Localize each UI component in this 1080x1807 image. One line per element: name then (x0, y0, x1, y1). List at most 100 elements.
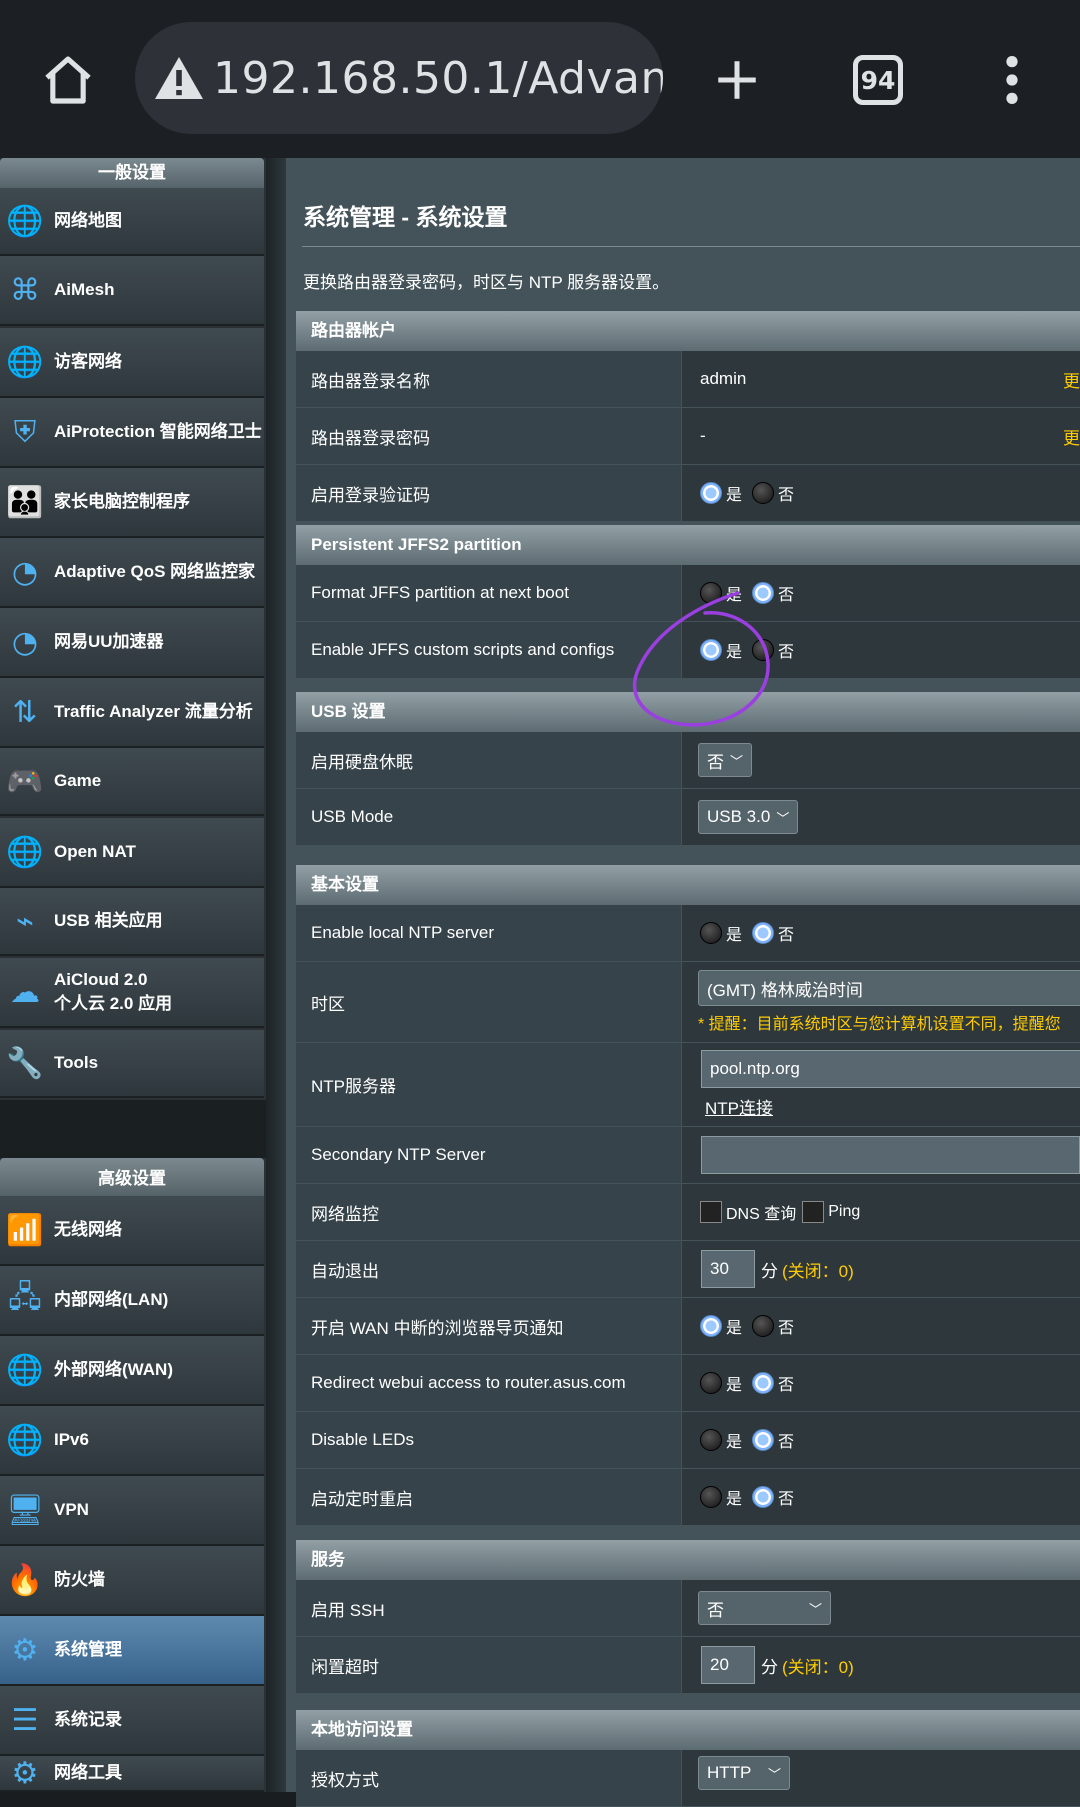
sidebar-item-general-7[interactable]: ⇅ Traffic Analyzer 流量分析 (0, 678, 264, 748)
timezone-select[interactable]: (GMT) 格林威治时间 (698, 970, 1080, 1006)
home-button[interactable] (28, 40, 108, 120)
section-local-access: 本地访问设置 (296, 1710, 1080, 1750)
radio-no-label: 否 (778, 587, 795, 604)
row-captcha: 启用登录验证码 是 否 (296, 465, 1080, 522)
sidebar-item-general-12[interactable]: 🔧 Tools (0, 1030, 264, 1098)
captcha-no-radio[interactable] (752, 482, 775, 504)
gamepad-icon: 🎮 (6, 763, 44, 799)
sidebar-item-advanced-8[interactable]: ⚙ 网络工具 (0, 1756, 264, 1792)
wan-notify-yes-radio[interactable] (700, 1315, 722, 1337)
reboot-schedule-no-radio[interactable] (752, 1486, 775, 1508)
section-router-account: 路由器帐户 (296, 311, 1080, 351)
sidebar-item-advanced-0[interactable]: 📶 无线网络 (0, 1196, 264, 1266)
wan-notify-no-radio[interactable] (752, 1315, 775, 1337)
radio-yes-label: 是 (726, 1434, 743, 1451)
page-title: 系统管理 - 系统设置 (303, 204, 508, 230)
sidebar-item-general-2[interactable]: 🌐 访客网络 (0, 328, 264, 398)
wan-notify-label: 开启 WAN 中断的浏览器导页通知 (296, 1298, 682, 1354)
sidebar-item-label: Adaptive QoS 网络监控家 (54, 562, 256, 581)
sidebar-item-advanced-4[interactable]: 🖥 VPN (0, 1476, 264, 1546)
gauge-icon: ◔ (11, 554, 39, 590)
reboot-schedule-yes-radio[interactable] (700, 1486, 722, 1508)
tab-count: 94 (853, 55, 903, 105)
local-ntp-yes-radio[interactable] (700, 922, 722, 944)
auth-method-value: HTTP (707, 1763, 752, 1782)
change-login-name-link[interactable]: 更 (1063, 367, 1080, 392)
speed-gauge-icon: ◔ (11, 624, 39, 660)
vpn-icon: 🖥 (5, 1492, 45, 1528)
radio-no-label: 否 (778, 1377, 795, 1394)
sidebar-item-general-1[interactable]: ⌘ AiMesh (0, 256, 264, 326)
radio-no-label: 否 (778, 1491, 795, 1508)
row-usb-mode: USB Mode USB 3.0 ﹀ (296, 789, 1080, 846)
ntp-link[interactable]: NTP连接 (705, 1094, 773, 1119)
ssh-select[interactable]: 否 ﹀ (698, 1591, 831, 1625)
auto-logout-input[interactable]: 30 (701, 1250, 755, 1288)
radio-yes-label: 是 (726, 1491, 743, 1508)
sidebar-item-general-10[interactable]: ⌁ USB 相关应用 (0, 888, 264, 956)
sidebar-item-general-6[interactable]: ◔ 网易UU加速器 (0, 608, 264, 678)
idle-timeout-unit: 分 (761, 1657, 778, 1677)
sidebar-item-general-0[interactable]: 🌐 网络地图 (0, 188, 264, 256)
radio-yes-label: 是 (726, 927, 743, 944)
dns-query-checkbox[interactable] (700, 1201, 722, 1223)
mesh-icon: ⌘ (10, 272, 40, 308)
secondary-ntp-input[interactable] (701, 1136, 1080, 1174)
sidebar-item-general-4[interactable]: 👪 家长电脑控制程序 (0, 468, 264, 538)
hdd-sleep-label: 启用硬盘休眠 (296, 732, 682, 788)
sidebar-item-general-3[interactable]: ⛨ AiProtection 智能网络卫士 (0, 398, 264, 468)
sidebar-item-advanced-6[interactable]: ⚙ 系统管理 (0, 1616, 264, 1686)
redirect-yes-radio[interactable] (700, 1372, 722, 1394)
sidebar-item-label: 无线网络 (54, 1220, 122, 1239)
sidebar-gap (0, 1100, 266, 1158)
row-local-ntp: Enable local NTP server 是 否 (296, 905, 1080, 962)
sidebar-item-advanced-3[interactable]: 🌐 IPv6 (0, 1406, 264, 1476)
ntp-server-input[interactable]: pool.ntp.org (701, 1050, 1080, 1088)
redirect-no-radio[interactable] (752, 1372, 775, 1394)
disable-leds-no-radio[interactable] (752, 1429, 775, 1451)
row-hdd-sleep: 启用硬盘休眠 否 ﹀ (296, 732, 1080, 789)
disable-leds-yes-radio[interactable] (700, 1429, 722, 1451)
sidebar-item-general-8[interactable]: 🎮 Game (0, 748, 264, 816)
idle-timeout-label: 闲置超时 (296, 1637, 682, 1693)
local-ntp-no-radio[interactable] (752, 922, 775, 944)
auth-method-select[interactable]: HTTP ﹀ (698, 1756, 790, 1790)
captcha-yes-radio[interactable] (700, 482, 722, 504)
sidebar-divider (266, 158, 286, 1792)
nat-globe-icon: 🌐 (6, 834, 44, 870)
hdd-sleep-select[interactable]: 否 ﹀ (698, 743, 753, 777)
sidebar-item-label: Game (54, 771, 102, 790)
warning-icon[interactable] (153, 48, 205, 108)
family-icon: 👪 (6, 484, 44, 520)
row-ssh: 启用 SSH 否 ﹀ (296, 1580, 1080, 1637)
sidebar-item-advanced-7[interactable]: ☰ 系统记录 (0, 1686, 264, 1756)
advanced-settings-header: 高级设置 (0, 1158, 264, 1196)
sidebar-item-label: 外部网络(WAN) (54, 1360, 173, 1379)
row-idle-timeout: 闲置超时 20 分 (关闭：0) (296, 1637, 1080, 1694)
sidebar-item-label: 家长电脑控制程序 (54, 492, 190, 511)
change-password-link[interactable]: 更 (1063, 424, 1080, 449)
idle-timeout-input[interactable]: 20 (701, 1646, 755, 1684)
ssh-value: 否 (707, 1600, 724, 1620)
timezone-value: (GMT) 格林威治时间 (707, 980, 863, 1000)
url-text[interactable]: 192.168.50.1/Advanc (213, 53, 663, 104)
section-service: 服务 (296, 1540, 1080, 1580)
new-tab-button[interactable] (697, 40, 777, 120)
sidebar-item-general-11[interactable]: ☁ AiCloud 2.0 个人云 2.0 应用 (0, 958, 264, 1028)
address-bar[interactable]: 192.168.50.1/Advanc (135, 22, 663, 134)
auto-logout-hint: (关闭：0) (782, 1261, 854, 1281)
sidebar-item-advanced-1[interactable]: 🖧 内部网络(LAN) (0, 1266, 264, 1336)
tab-switcher-button[interactable]: 94 (838, 40, 918, 120)
usb-mode-select[interactable]: USB 3.0 ﹀ (698, 800, 799, 834)
sidebar-item-general-9[interactable]: 🌐 Open NAT (0, 818, 264, 888)
browser-toolbar: 192.168.50.1/Advanc 94 (0, 0, 1080, 158)
row-login-name: 路由器登录名称 admin 更 (296, 351, 1080, 408)
sidebar-item-advanced-5[interactable]: 🔥 防火墙 (0, 1546, 264, 1616)
sidebar-item-general-5[interactable]: ◔ Adaptive QoS 网络监控家 (0, 538, 264, 608)
secondary-ntp-label: Secondary NTP Server (296, 1127, 682, 1183)
sidebar-item-advanced-2[interactable]: 🌐 外部网络(WAN) (0, 1336, 264, 1406)
ping-checkbox[interactable] (802, 1201, 825, 1223)
overflow-menu-button[interactable] (972, 40, 1052, 120)
row-secondary-ntp: Secondary NTP Server (296, 1127, 1080, 1184)
captcha-label: 启用登录验证码 (296, 465, 682, 521)
